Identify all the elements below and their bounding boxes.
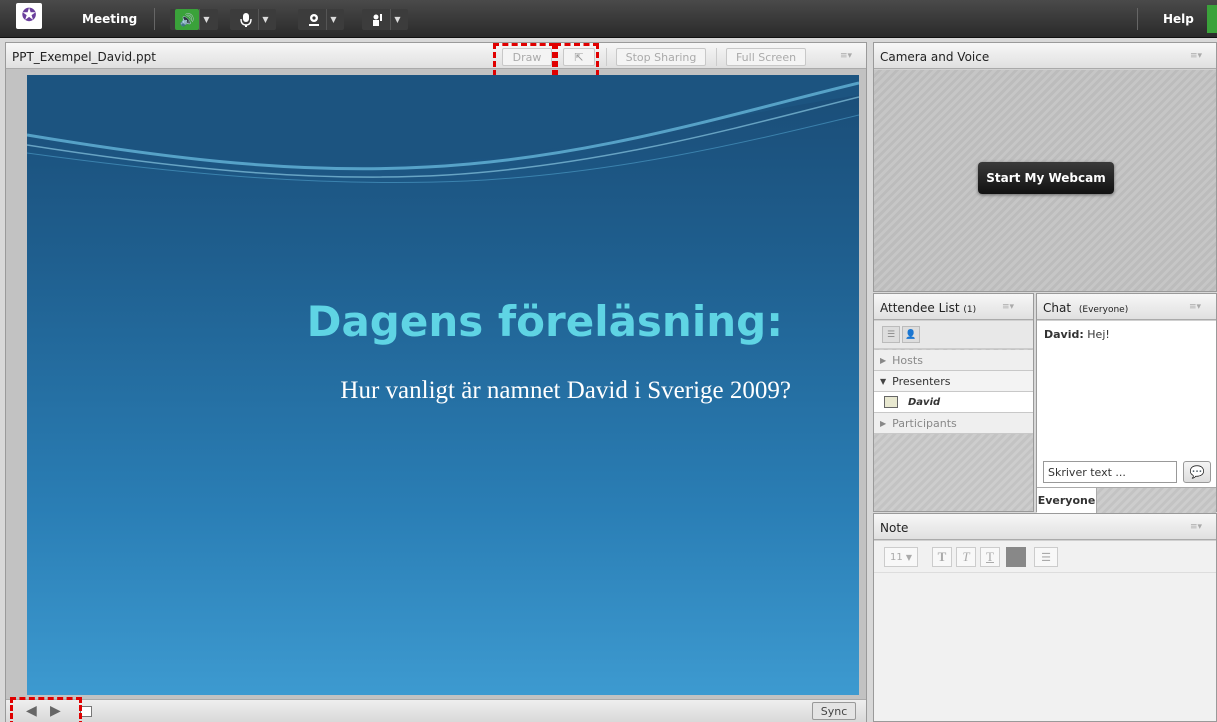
chevron-down-icon: ▼ bbox=[905, 552, 913, 562]
note-pod-title: Note bbox=[880, 521, 909, 535]
attendee-status-icon[interactable]: 👤 bbox=[902, 326, 920, 343]
collapse-icon: ▼ bbox=[880, 376, 887, 386]
chat-sender: David: bbox=[1044, 328, 1084, 341]
send-message-button[interactable]: 💬 bbox=[1183, 461, 1211, 483]
bold-icon[interactable]: T bbox=[932, 547, 952, 567]
pod-menu-icon[interactable]: ≡▾ bbox=[1002, 302, 1014, 312]
tab-everyone[interactable]: Everyone bbox=[1037, 488, 1097, 513]
chat-title-text: Chat bbox=[1043, 301, 1072, 315]
font-size-value: 11 bbox=[889, 551, 903, 563]
stop-sharing-button[interactable]: Stop Sharing bbox=[616, 48, 706, 66]
pod-menu-icon[interactable]: ≡▾ bbox=[1190, 51, 1202, 61]
menu-divider bbox=[1137, 8, 1138, 30]
speaker-icon[interactable]: 🔊 bbox=[175, 9, 199, 30]
toolbar-divider bbox=[716, 48, 717, 66]
slide-title: Dagens föreläsning: bbox=[306, 297, 783, 346]
microphone-icon[interactable] bbox=[234, 9, 258, 30]
attendee-count: (1) bbox=[963, 305, 977, 315]
adobe-connect-logo-icon: ✪ bbox=[16, 3, 42, 29]
group-label: Hosts bbox=[892, 353, 923, 367]
note-body[interactable]: 11 ▼ T T T ☰ bbox=[874, 541, 1216, 721]
full-screen-button[interactable]: Full Screen bbox=[726, 48, 806, 66]
help-menu[interactable]: Help bbox=[1163, 12, 1194, 26]
share-pod-title: PPT_Exempel_David.ppt bbox=[12, 50, 156, 64]
chevron-down-icon[interactable]: ▼ bbox=[199, 9, 213, 30]
font-size-select[interactable]: 11 ▼ bbox=[884, 547, 918, 567]
navigation-highlight-box bbox=[10, 697, 82, 722]
attendee-row[interactable]: David bbox=[874, 392, 1033, 413]
menu-divider bbox=[154, 8, 155, 30]
underline-icon[interactable]: T bbox=[980, 547, 1000, 567]
attendee-body: ☰ 👤 ▶ Hosts ▼ Presenters David ▶ Partici… bbox=[874, 321, 1033, 511]
share-pod-header: PPT_Exempel_David.ppt Draw ⇱ Stop Sharin… bbox=[6, 43, 866, 69]
group-participants[interactable]: ▶ Participants bbox=[874, 413, 1033, 434]
attendee-list-pod: Attendee List (1) ≡▾ ☰ 👤 ▶ Hosts ▼ Prese… bbox=[873, 293, 1034, 512]
sync-button[interactable]: Sync bbox=[812, 702, 856, 720]
bullet-list-icon[interactable]: ☰ bbox=[1034, 547, 1058, 567]
share-pod: PPT_Exempel_David.ppt Draw ⇱ Stop Sharin… bbox=[5, 42, 867, 722]
pod-menu-icon[interactable]: ≡▾ bbox=[1189, 302, 1201, 312]
chevron-down-icon[interactable]: ▼ bbox=[390, 9, 404, 30]
chat-tabs: Everyone bbox=[1037, 487, 1216, 513]
chat-text: Hej! bbox=[1087, 328, 1110, 341]
note-pod: Note ≡▾ 11 ▼ T T T ☰ bbox=[873, 513, 1217, 722]
chat-pod: Chat (Everyone) ≡▾ David: Hej! Skriver t… bbox=[1036, 293, 1217, 513]
slide-subtitle: Hur vanligt är namnet David i Sverige 20… bbox=[340, 377, 791, 404]
camera-pod-title: Camera and Voice bbox=[880, 50, 990, 64]
chevron-down-icon[interactable]: ▼ bbox=[258, 9, 272, 30]
chat-body: David: Hej! Skriver text ... 💬 Everyone bbox=[1037, 321, 1216, 513]
speech-bubble-icon: 💬 bbox=[1189, 465, 1205, 479]
expand-icon: ▶ bbox=[880, 355, 887, 365]
speaker-control[interactable]: 🔊 ▼ bbox=[170, 9, 218, 30]
chevron-down-icon[interactable]: ▼ bbox=[326, 9, 340, 30]
italic-icon[interactable]: T bbox=[956, 547, 976, 567]
chat-scope: (Everyone) bbox=[1078, 305, 1129, 315]
chat-pod-header: Chat (Everyone) ≡▾ bbox=[1037, 294, 1216, 320]
attendee-name: David bbox=[908, 396, 941, 408]
attendee-pod-title: Attendee List (1) bbox=[880, 301, 976, 315]
group-label: Presenters bbox=[892, 374, 951, 388]
attendee-pod-header: Attendee List (1) ≡▾ bbox=[874, 294, 1033, 320]
menu-bar: ✪ Meeting 🔊 ▼ ▼ ▼ ▼ Help bbox=[0, 0, 1217, 38]
group-hosts[interactable]: ▶ Hosts bbox=[874, 350, 1033, 371]
note-toolbar: 11 ▼ T T T ☰ bbox=[874, 541, 1216, 573]
camera-pod-header: Camera and Voice ≡▾ bbox=[874, 43, 1216, 69]
toolbar-divider bbox=[606, 48, 607, 66]
group-presenters[interactable]: ▼ Presenters bbox=[874, 371, 1033, 392]
status-control[interactable]: ▼ bbox=[362, 9, 408, 30]
list-view-icon[interactable]: ☰ bbox=[882, 326, 900, 343]
presenter-icon bbox=[884, 396, 898, 408]
attendee-title-text: Attendee List bbox=[880, 301, 960, 315]
pod-menu-icon[interactable]: ≡▾ bbox=[1190, 522, 1202, 532]
presentation-slide: Dagens föreläsning: Hur vanligt är namne… bbox=[27, 75, 859, 695]
microphone-control[interactable]: ▼ bbox=[230, 9, 276, 30]
meeting-menu[interactable]: Meeting bbox=[82, 12, 137, 26]
status-indicator bbox=[1207, 5, 1217, 33]
chat-pod-title: Chat (Everyone) bbox=[1043, 301, 1128, 315]
webcam-control[interactable]: ▼ bbox=[298, 9, 344, 30]
camera-area: Start My Webcam bbox=[874, 70, 1216, 291]
pod-menu-icon[interactable]: ≡▾ bbox=[840, 51, 852, 61]
webcam-icon[interactable] bbox=[302, 9, 326, 30]
group-label: Participants bbox=[892, 416, 957, 430]
camera-voice-pod: Camera and Voice ≡▾ Start My Webcam bbox=[873, 42, 1217, 292]
note-pod-header: Note ≡▾ bbox=[874, 514, 1216, 540]
start-webcam-button[interactable]: Start My Webcam bbox=[978, 162, 1114, 194]
text-color-icon[interactable] bbox=[1006, 547, 1026, 567]
raise-hand-icon[interactable] bbox=[366, 9, 390, 30]
attendee-toolbar: ☰ 👤 bbox=[874, 321, 1033, 349]
expand-icon: ▶ bbox=[880, 418, 887, 428]
share-pod-footer: ◀ ▶ Sync bbox=[6, 699, 866, 722]
chat-input[interactable]: Skriver text ... bbox=[1043, 461, 1177, 483]
chat-message: David: Hej! bbox=[1044, 328, 1110, 341]
